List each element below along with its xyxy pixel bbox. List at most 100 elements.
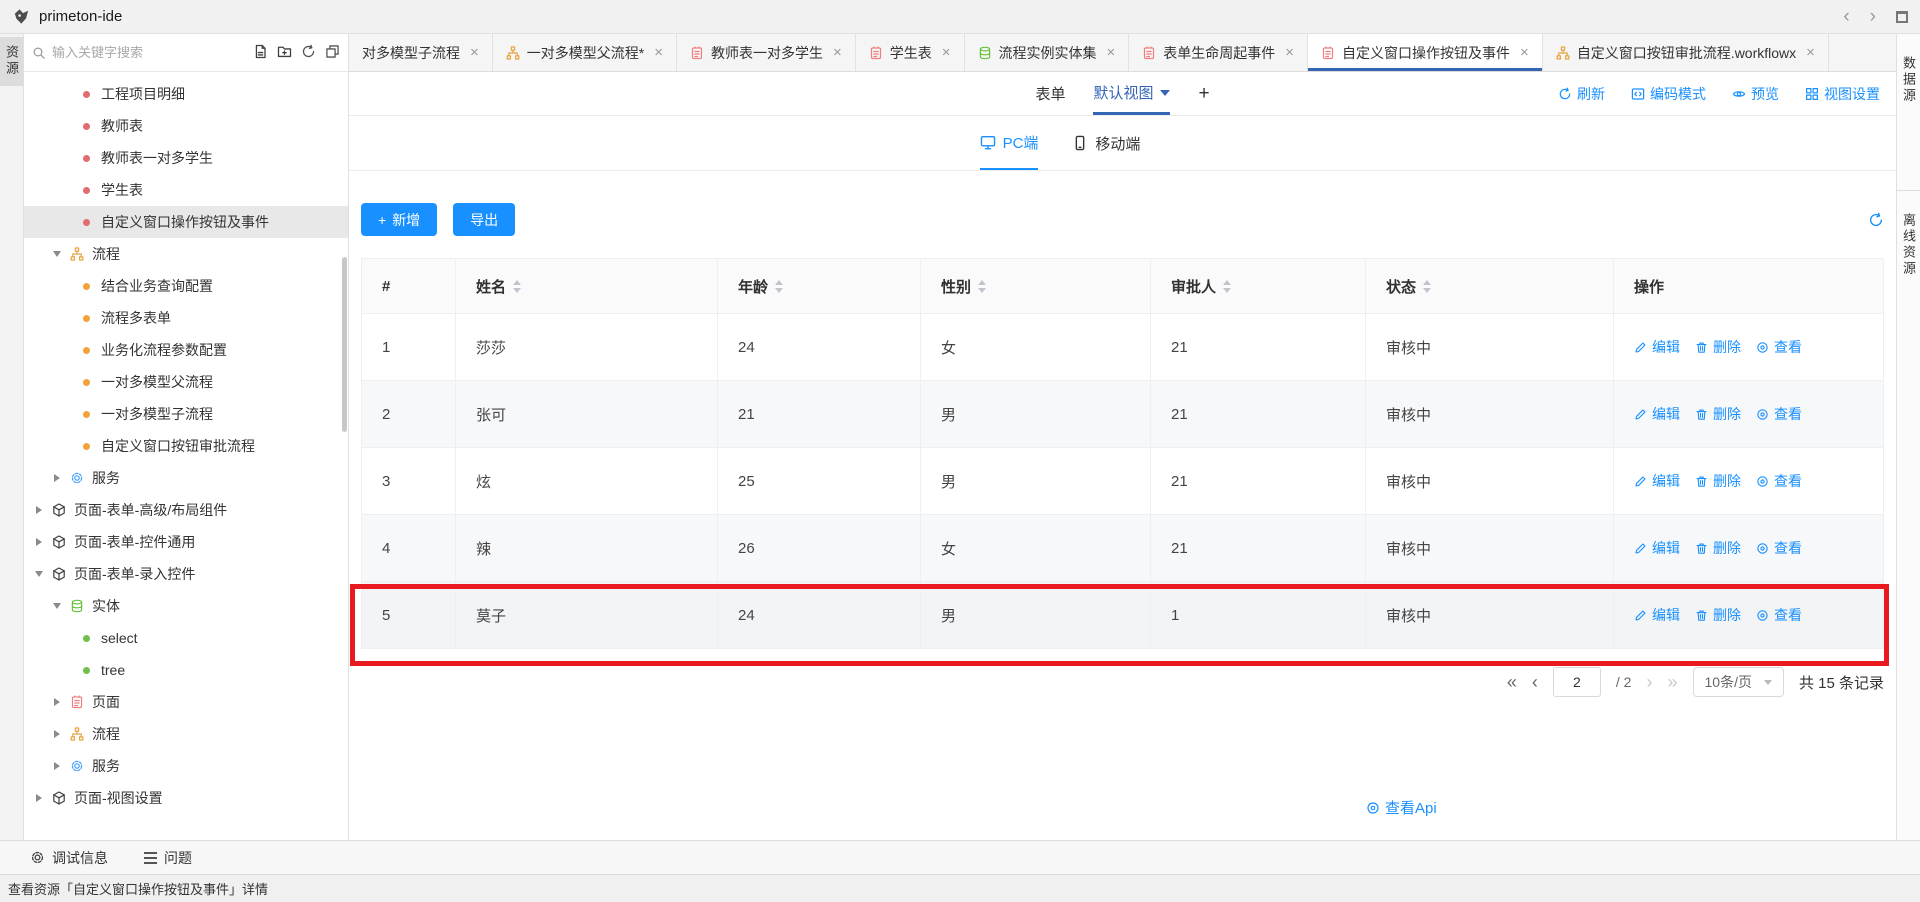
close-icon[interactable]: × — [942, 44, 951, 61]
next-page-button[interactable]: › — [1646, 673, 1652, 691]
expander-closed-icon[interactable] — [34, 506, 44, 514]
add-view-button[interactable]: + — [1198, 83, 1209, 105]
tree-group-process[interactable]: 流程 — [24, 238, 348, 270]
col-status[interactable]: 状态 — [1366, 259, 1614, 314]
tree-item-approval-process[interactable]: 自定义窗口按钮审批流程 — [24, 430, 348, 462]
sort-icon[interactable] — [775, 280, 783, 293]
tree-group-service-2[interactable]: 服务 — [24, 750, 348, 782]
delete-link[interactable]: 删除 — [1695, 471, 1741, 491]
import-file-icon[interactable] — [253, 44, 268, 62]
tree-group-page-view-settings[interactable]: 页面-视图设置 — [24, 782, 348, 814]
close-icon[interactable]: × — [833, 44, 842, 61]
editor-tab-6[interactable]: 表单生命周起事件× — [1129, 34, 1308, 71]
reload-tree-icon[interactable] — [301, 44, 316, 62]
expander-closed-icon[interactable] — [52, 474, 62, 482]
view-link[interactable]: 查看 — [1756, 404, 1802, 424]
expander-closed-icon[interactable] — [52, 698, 62, 706]
expander-open-icon[interactable] — [52, 251, 62, 257]
tree-item-child-process[interactable]: 一对多模型子流程 — [24, 398, 348, 430]
delete-link[interactable]: 删除 — [1695, 605, 1741, 625]
collapse-all-icon[interactable] — [325, 44, 340, 62]
delete-link[interactable]: 删除 — [1695, 404, 1741, 424]
close-icon[interactable]: × — [654, 44, 663, 61]
table-row[interactable]: 4 辣 26 女 21 审核中 编辑删除查看 — [362, 515, 1884, 582]
tree-item-teacher-students[interactable]: 教师表一对多学生 — [24, 142, 348, 174]
view-settings-button[interactable]: 视图设置 — [1805, 84, 1880, 104]
export-button[interactable]: 导出 — [453, 203, 515, 236]
page-size-select[interactable]: 10条/页 — [1693, 667, 1784, 697]
tab-pc[interactable]: PC端 — [980, 116, 1039, 170]
expander-closed-icon[interactable] — [52, 762, 62, 770]
col-gender[interactable]: 性别 — [921, 259, 1151, 314]
col-age[interactable]: 年龄 — [718, 259, 921, 314]
sidebar-scrollbar[interactable] — [342, 257, 347, 432]
editor-tab-8[interactable]: 自定义窗口按钮审批流程.workflowx× — [1543, 34, 1829, 71]
refresh-button[interactable]: 刷新 — [1558, 84, 1605, 104]
view-link[interactable]: 查看 — [1756, 538, 1802, 558]
nav-back-icon[interactable]: ‹ — [1843, 7, 1849, 26]
editor-tab-1[interactable]: 对多模型子流程× — [349, 34, 493, 71]
close-icon[interactable]: × — [1520, 44, 1529, 61]
expander-closed-icon[interactable] — [52, 730, 62, 738]
add-button[interactable]: +新增 — [361, 203, 437, 236]
view-link[interactable]: 查看 — [1756, 337, 1802, 357]
edit-link[interactable]: 编辑 — [1634, 404, 1680, 424]
tree-item-teacher-table[interactable]: 教师表 — [24, 110, 348, 142]
tree-item-tree[interactable]: tree — [24, 654, 348, 686]
table-row[interactable]: 2 张可 21 男 21 审核中 编辑删除查看 — [362, 381, 1884, 448]
editor-tab-2[interactable]: 一对多模型父流程*× — [493, 34, 677, 71]
view-api-link[interactable]: 查看Api — [1366, 797, 1437, 818]
last-page-button[interactable]: » — [1667, 673, 1677, 691]
expander-open-icon[interactable] — [34, 571, 44, 577]
view-link[interactable]: 查看 — [1756, 471, 1802, 491]
panel-tab-resources[interactable]: 资源 — [0, 37, 23, 86]
prev-page-button[interactable]: ‹ — [1532, 673, 1538, 691]
search-box[interactable] — [32, 45, 247, 60]
tree-item-process-multiform[interactable]: 流程多表单 — [24, 302, 348, 334]
tree-group-page-form-input[interactable]: 页面-表单-录入控件 — [24, 558, 348, 590]
delete-link[interactable]: 删除 — [1695, 337, 1741, 357]
view-link[interactable]: 查看 — [1756, 605, 1802, 625]
tree-group-service[interactable]: 服务 — [24, 462, 348, 494]
edit-link[interactable]: 编辑 — [1634, 538, 1680, 558]
tree-item-parent-process[interactable]: 一对多模型父流程 — [24, 366, 348, 398]
panel-tab-offline-resources[interactable]: 离线资源 — [1897, 191, 1920, 293]
editor-tab-active[interactable]: 自定义窗口操作按钮及事件× — [1308, 34, 1543, 71]
expander-closed-icon[interactable] — [34, 538, 44, 546]
tree-group-page-form-common[interactable]: 页面-表单-控件通用 — [24, 526, 348, 558]
tree-group-page-form-advanced[interactable]: 页面-表单-高级/布局组件 — [24, 494, 348, 526]
page-number-input[interactable] — [1553, 667, 1601, 697]
debug-info-tab[interactable]: 调试信息 — [30, 848, 108, 868]
editor-tab-5[interactable]: 流程实例实体集× — [965, 34, 1130, 71]
window-restore-icon[interactable] — [1896, 11, 1908, 23]
tree-item-student-table[interactable]: 学生表 — [24, 174, 348, 206]
close-icon[interactable]: × — [1107, 44, 1116, 61]
table-row-highlighted[interactable]: 5 莫子 24 男 1 审核中 编辑删除查看 — [362, 582, 1884, 649]
tree-item-custom-window-buttons[interactable]: 自定义窗口操作按钮及事件 — [24, 206, 348, 238]
table-row[interactable]: 1 莎莎 24 女 21 审核中 编辑删除查看 — [362, 314, 1884, 381]
col-approver[interactable]: 审批人 — [1151, 259, 1366, 314]
editor-tab-4[interactable]: 学生表× — [856, 34, 965, 71]
col-name[interactable]: 姓名 — [456, 259, 718, 314]
panel-tab-datasource[interactable]: 数据源 — [1897, 34, 1920, 120]
sort-icon[interactable] — [513, 280, 521, 293]
tree-item-biz-query-config[interactable]: 结合业务查询配置 — [24, 270, 348, 302]
tree-group-page[interactable]: 页面 — [24, 686, 348, 718]
sort-icon[interactable] — [978, 280, 986, 293]
nav-forward-icon[interactable]: › — [1870, 7, 1876, 26]
close-icon[interactable]: × — [470, 44, 479, 61]
editor-tab-3[interactable]: 教师表一对多学生× — [677, 34, 856, 71]
search-input[interactable] — [52, 45, 247, 60]
sort-icon[interactable] — [1223, 280, 1231, 293]
tree-group-process-2[interactable]: 流程 — [24, 718, 348, 750]
expander-open-icon[interactable] — [52, 603, 62, 609]
tab-mobile[interactable]: 移动端 — [1072, 116, 1140, 170]
preview-button[interactable]: 预览 — [1732, 84, 1779, 104]
tree-item-project-detail[interactable]: 工程项目明细 — [24, 78, 348, 110]
problems-tab[interactable]: 问题 — [144, 848, 192, 868]
tree-group-entity[interactable]: 实体 — [24, 590, 348, 622]
tab-default-view[interactable]: 默认视图 — [1093, 72, 1170, 115]
tree-item-select[interactable]: select — [24, 622, 348, 654]
close-icon[interactable]: × — [1285, 44, 1294, 61]
tab-form[interactable]: 表单 — [1035, 83, 1065, 104]
